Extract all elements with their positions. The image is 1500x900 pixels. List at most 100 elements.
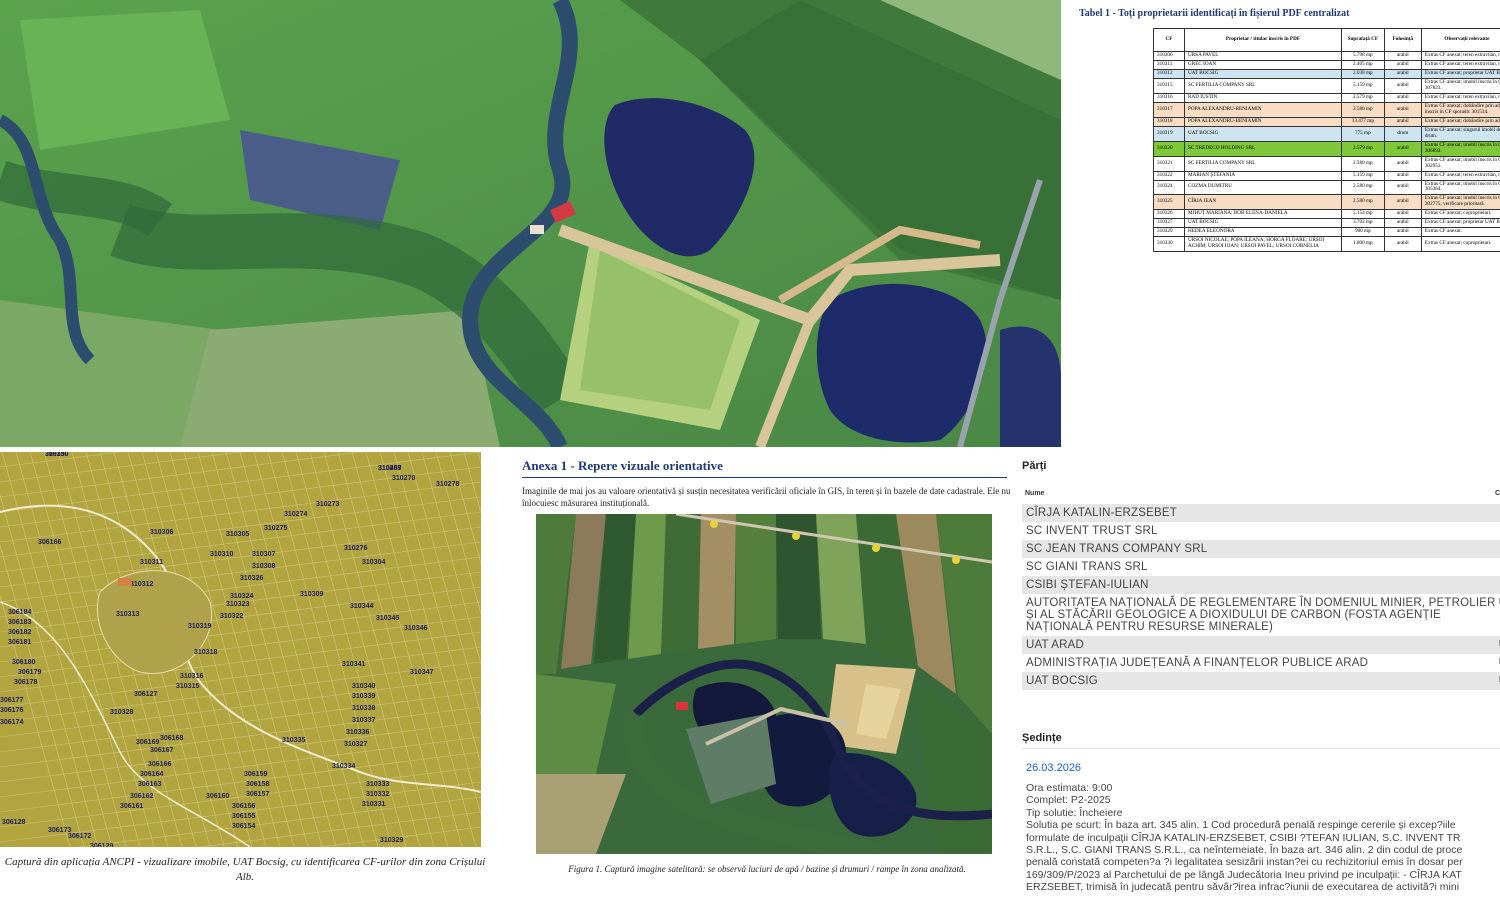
cell-owner: COZMA DUMITRU	[1184, 179, 1342, 196]
parcel-label: 310307	[252, 551, 275, 558]
parcel-label: 306129	[90, 843, 113, 847]
parcel-label: 310327	[344, 741, 367, 748]
cell-obs: Extras CF anexat; imobil înscris în C 30…	[1420, 194, 1500, 211]
cell-obs: Extras CF anexat; teren extravilan, n	[1420, 59, 1500, 70]
cell-cf: 310321	[1153, 155, 1185, 172]
annex-title: Anexa 1 - Repere vizuale orientative	[522, 458, 723, 473]
cell-area: 5.159 mp	[1340, 77, 1385, 94]
cell-owner: SC TREDECO HOLDING SRL	[1184, 140, 1342, 157]
cell-area: 2.580 mp	[1340, 179, 1385, 196]
parcel-label: 310312	[130, 581, 153, 588]
annex-divider	[522, 477, 1007, 478]
session-line: Ora estimata: 9:00	[1026, 782, 1113, 794]
parties-col-role: C	[1495, 490, 1500, 497]
parcel-label: 306127	[134, 691, 157, 698]
cadastral-map-image: 3103503102693102703102783102743102733103…	[0, 452, 481, 847]
cell-owner: CÎRJA JEAN	[1184, 194, 1342, 211]
cell-obs: Extras CF anexat; imobil înscris în C 30…	[1420, 140, 1500, 157]
parcel-label: 310318	[194, 649, 217, 656]
col-header-owner: Proprietar / titular înscris în PDF	[1184, 28, 1342, 52]
party-row: ISC GIANI TRANS SRL	[1022, 558, 1500, 576]
parcel-label: 306166	[38, 539, 61, 546]
cell-obs: Extras CF anexat; singurul imobil de dru…	[1420, 125, 1500, 142]
parcel-label: 310276	[344, 545, 367, 552]
parcel-label: 306172	[68, 833, 91, 840]
parcel-label: 310328	[110, 709, 133, 716]
session-line: Solutia pe scurt: În baza art. 345 alin.…	[1026, 819, 1456, 832]
cell-cf: 310326	[1153, 209, 1185, 220]
col-header-area: Suprafață CF	[1340, 28, 1385, 52]
table-row: 310325 CÎRJA JEAN 2.580 mp arabil Extras CF …	[1153, 194, 1500, 211]
cell-area: 2.579 mp	[1340, 92, 1385, 103]
party-row: PAUTORITATEA NAȚIONALĂ DE REGLEMENTARE Î…	[1022, 594, 1500, 636]
owners-table: CF Proprietar / titular înscris în PDF S…	[1153, 28, 1500, 253]
table-row: 310315 SC FERTILIA COMPANY SRL 5.159 mp ara…	[1153, 77, 1500, 94]
session-date-link[interactable]: 26.03.2026	[1026, 762, 1081, 774]
parcel-label: 306180	[12, 659, 35, 666]
parcel-label: 306183	[8, 619, 31, 626]
satellite-photo-image	[536, 514, 992, 854]
cell-obs: Extras CF anexat; coproprietari.	[1420, 236, 1500, 253]
cell-use: arabil	[1383, 209, 1422, 220]
parcel-label: 310274	[284, 511, 307, 518]
party-name: CSIBI ȘTEFAN-IULIAN	[1026, 579, 1149, 591]
cell-cf: 310316	[1153, 92, 1185, 103]
cell-area: 2.580 mp	[1340, 194, 1385, 211]
parcel-label: 306128	[2, 819, 25, 826]
table-title: Tabel 1 - Toți proprietarii identificați…	[1079, 8, 1350, 19]
parcel-label: 306181	[8, 639, 31, 646]
cell-use: arabil	[1383, 227, 1422, 238]
cell-area: 5.154 mp	[1340, 209, 1385, 220]
parcel-label: 306176	[0, 707, 23, 714]
parcel-label: 310322	[220, 613, 243, 620]
cell-use: arabil	[1383, 51, 1422, 61]
cell-cf: 310320	[1153, 140, 1185, 157]
parcel-label: 310347	[410, 669, 433, 676]
col-header-obs: Observații relevante	[1420, 28, 1500, 52]
parcel-label: 310335	[282, 737, 305, 744]
cell-cf: 310325	[1153, 194, 1185, 211]
cell-cf: 310327	[1153, 218, 1185, 229]
cell-owner: GREC IOAN	[1184, 59, 1342, 70]
parcel-label: 310331	[362, 801, 385, 808]
cell-obs: Extras CF anexat; imobil înscris în C 30…	[1420, 179, 1500, 196]
cell-obs: Extras CF anexat; proprietar UAT B	[1420, 218, 1500, 229]
cell-owner: UAT BOCSIG	[1184, 68, 1342, 79]
cell-obs: Extras CF anexat; proprietar UAT B	[1420, 68, 1500, 79]
party-row: ICSIBI ȘTEFAN-IULIAN	[1022, 576, 1500, 594]
parcel-label: 310275	[264, 525, 287, 532]
parcel-label: 310340	[352, 683, 375, 690]
cell-area: 2.579 mp	[1340, 140, 1385, 157]
cell-use: arabil	[1383, 170, 1422, 181]
cell-use: arabil	[1383, 77, 1422, 94]
figure-caption: Figura 1. Captură imagine satelitară: se…	[568, 864, 966, 874]
cell-use: arabil	[1383, 101, 1422, 118]
cell-cf: 310324	[1153, 179, 1185, 196]
cell-owner: MIHUȚ MARIANA; BOB ELENA-DANIELA	[1184, 209, 1342, 220]
party-row: PUAT BOCSIG	[1022, 672, 1500, 690]
cell-cf: 310315	[1153, 77, 1185, 94]
cell-use: arabil	[1383, 59, 1422, 70]
cell-use: arabil	[1383, 92, 1422, 103]
cell-owner: URSA PAVEL	[1184, 51, 1342, 61]
parcel-label: 306159	[244, 771, 267, 778]
cell-area: 2.405 mp	[1340, 59, 1385, 70]
cell-area: 900 mp	[1340, 227, 1385, 238]
parcel-label: 310329	[380, 837, 403, 844]
parcel-label: 310333	[366, 781, 389, 788]
cadastral-caption: Captură din aplicația ANCPI - vizualizar…	[4, 856, 486, 884]
session-line: Tip solutie: Încheiere	[1026, 806, 1123, 819]
cell-cf: 310306	[1153, 51, 1185, 61]
parcel-label: 306156	[232, 803, 255, 810]
cell-area: 2.580 mp	[1340, 101, 1385, 118]
cell-use: drum	[1383, 125, 1422, 142]
parcel-label: 306163	[138, 781, 161, 788]
session-line: 169/309/P/2023 al Parchetului de pe lâng…	[1026, 868, 1462, 881]
table-row: 310318 POPA ALEXANDRU-BENIAMIN 13.477 mp ar…	[1153, 116, 1500, 127]
cell-owner: MARIAN ȘTEFANIA	[1184, 170, 1342, 181]
parcel-label: 310319	[188, 623, 211, 630]
cell-cf: 310318	[1153, 116, 1185, 127]
session-line: Complet: P2-2025	[1026, 794, 1111, 807]
parcel-label: 310336	[346, 729, 369, 736]
session-line: formulate de inculpații CÎRJA KATALIN-ER…	[1026, 831, 1461, 844]
